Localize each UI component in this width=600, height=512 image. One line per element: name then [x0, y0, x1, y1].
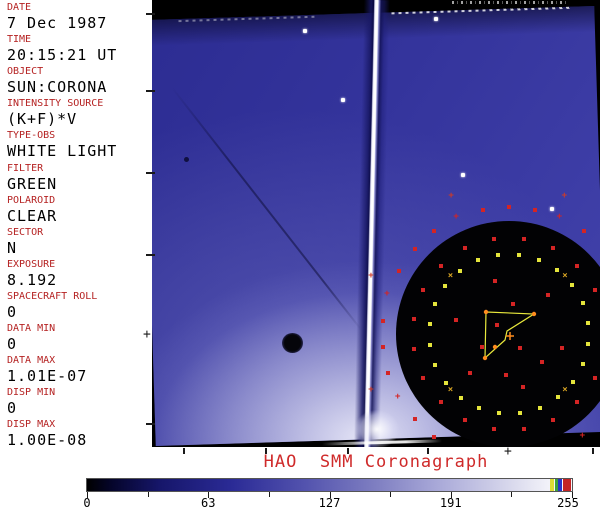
sun-center-axis-mark: + [143, 327, 151, 342]
field-value: 1.00E-08 [7, 431, 88, 450]
field-value: CLEAR [7, 206, 58, 225]
metadata-field: DATA MIN 0 [7, 323, 56, 353]
field-label: DISP MAX [7, 419, 56, 431]
field-label: POLAROID [7, 194, 56, 206]
field-label: DATA MAX [7, 355, 56, 367]
field-value: N [7, 238, 18, 257]
field-label: INTENSITY SOURCE [7, 98, 104, 110]
field-value: (K+F)*V [7, 110, 78, 129]
metadata-field: SPACECRAFT ROLL 0 [7, 290, 98, 321]
colorbar-tick-label: 191 [439, 496, 462, 510]
colorbar-minor-tick [268, 492, 270, 497]
metadata-field: TYPE-OBS WHITE LIGHT [7, 130, 118, 161]
field-value: 7 Dec 1987 [7, 14, 108, 32]
axis-tick-left [146, 90, 155, 92]
colorbar-stripe [563, 479, 571, 491]
axis-tick-left [146, 13, 155, 15]
colorbar-minor-tick [147, 492, 149, 497]
field-value: GREEN [7, 174, 58, 193]
colorbar-tick-label: 127 [318, 496, 341, 510]
field-value: WHITE LIGHT [7, 142, 118, 161]
metadata-field: POLAROID CLEAR [7, 194, 58, 225]
field-value: 0 [7, 302, 18, 321]
colorbar-tick-label: 0 [83, 496, 91, 510]
metadata-field: EXPOSURE 8.192 [7, 258, 58, 289]
metadata-field: DISP MAX 1.00E-08 [7, 419, 88, 450]
polygon-vertex-dot [531, 311, 537, 317]
colorbar-gradient [86, 478, 573, 492]
polygon-vertex-dot [482, 355, 488, 361]
field-label: DATA MIN [7, 323, 56, 334]
field-label: TYPE-OBS [7, 130, 56, 142]
colorbar-tick-label: 63 [201, 496, 216, 510]
axis-tick-left [146, 172, 155, 174]
image-title: HAO SMM Coronagraph [263, 452, 489, 472]
field-label: SPACECRAFT ROLL [7, 290, 98, 302]
field-label: DATE [7, 2, 32, 13]
field-label: OBJECT [7, 66, 44, 78]
field-value: 1.01E-07 [7, 367, 88, 386]
field-value: SUN:CORONA [7, 78, 108, 97]
colorbar-stripe [558, 479, 562, 491]
field-label: FILTER [7, 162, 44, 174]
metadata-field: DATA MAX 1.01E-07 [7, 355, 88, 386]
field-label: TIME [7, 34, 32, 46]
field-value: 20:15:21 UT [7, 46, 118, 65]
field-value: 0 [7, 399, 18, 418]
metadata-field: INTENSITY SOURCE (K+F)*V [7, 98, 104, 129]
axis-tick-left [146, 423, 155, 425]
metadata-panel: DATE 7 Dec 1987 TIME 20:15:21 UT OBJECT SUN:C… [0, 0, 152, 512]
colorbar-minor-tick [390, 492, 392, 497]
metadata-field: OBJECT SUN:CORONA [7, 66, 108, 97]
field-label: DISP MIN [7, 387, 56, 399]
annotation-overlay [482, 309, 537, 361]
field-label: EXPOSURE [7, 258, 56, 270]
field-value: 0 [7, 335, 18, 353]
colorbar-stripe [550, 479, 554, 491]
coronagraph-image: ++++++++××××++++++++ [152, 0, 600, 447]
axis-tick-left [146, 254, 155, 256]
metadata-field: FILTER GREEN [7, 162, 58, 193]
polygon-vertex-dot [483, 309, 489, 315]
polygon-vertex-dot [492, 344, 498, 350]
field-value: 8.192 [7, 270, 58, 289]
colorbar-tick-label: 255 [557, 496, 579, 510]
metadata-field: DATE 7 Dec 1987 [7, 2, 108, 32]
metadata-field: SECTOR N [7, 226, 44, 257]
sun-center-mark [506, 332, 514, 340]
field-label: SECTOR [7, 226, 44, 238]
metadata-field: TIME 20:15:21 UT [7, 34, 118, 65]
colorbar-minor-tick [511, 492, 513, 497]
metadata-field: DISP MIN 0 [7, 387, 56, 418]
